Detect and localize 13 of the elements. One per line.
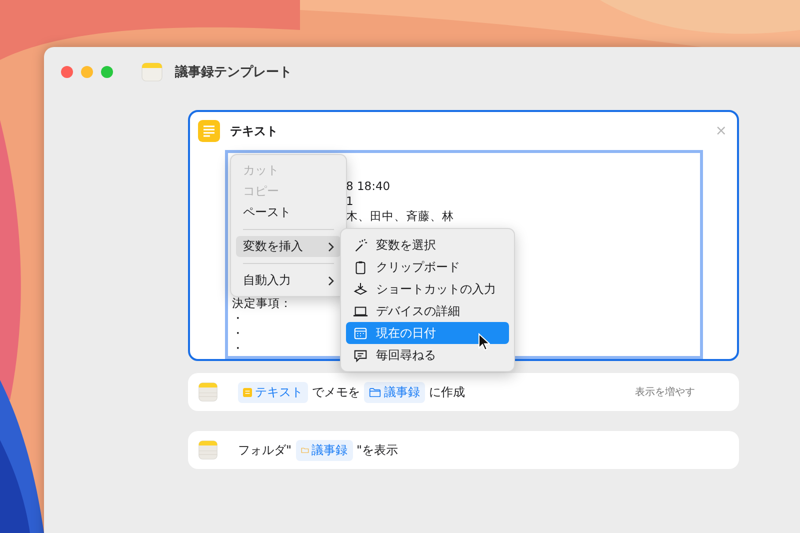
action-text: フォルダ"	[238, 442, 292, 458]
window-title: 議事録テンプレート	[175, 64, 292, 81]
text-line: 決定事項：	[232, 296, 292, 311]
action-text: でメモを	[312, 384, 360, 400]
text-line: 8 18:40	[346, 179, 392, 194]
action-text: "を表示	[356, 442, 398, 458]
text-line: ・	[232, 341, 245, 356]
action-title: テキスト	[230, 122, 278, 140]
text-line: 木、田中、斉藤、林	[346, 209, 455, 224]
text-line: ・	[232, 311, 245, 326]
action-text: に作成	[429, 384, 465, 400]
text-line: 1	[346, 194, 354, 209]
text-line: ・	[232, 326, 245, 341]
